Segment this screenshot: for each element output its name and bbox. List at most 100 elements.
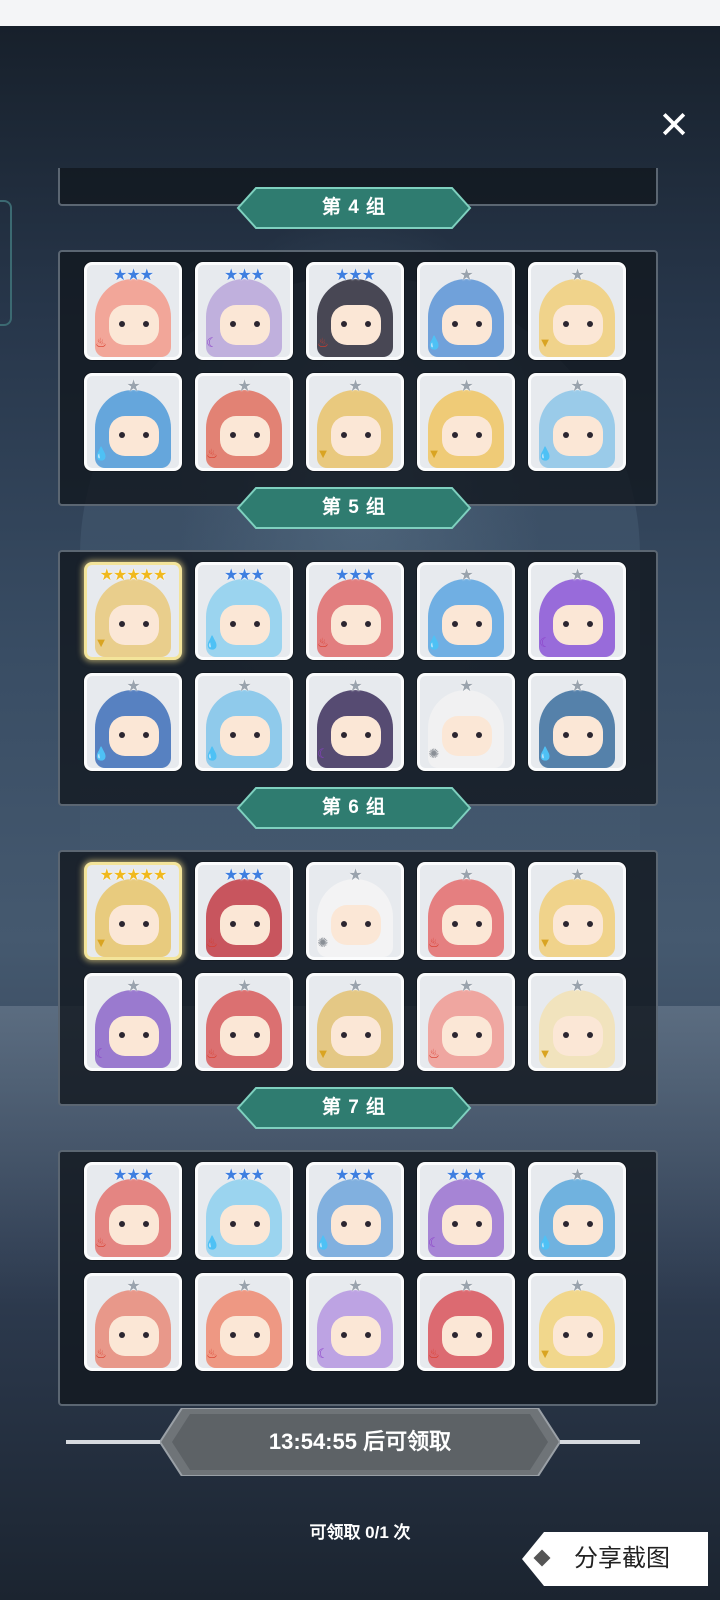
close-button[interactable]: ✕ [652,104,696,148]
hero-card[interactable]: ★ ♨ [195,1273,293,1371]
hero-card[interactable]: ★ 💧 [528,373,626,471]
hero-card[interactable]: ★ 💧 [417,562,515,660]
hero-card[interactable]: ★ ▼ [528,262,626,360]
fire-element-icon: ♨ [206,446,218,461]
group-panel: ★★★★★ ▼ ★★★ ♨ ★ ✺ ★ ♨ ★ ▼ ★ ☾ ★ ♨ ★ ▼ ★ ♨ ★ ▼ [58,850,658,1106]
star-rating-icon: ★ [237,678,251,695]
hero-card[interactable]: ★ ☾ [306,673,404,771]
hero-card[interactable]: ★ ♨ [417,973,515,1071]
hero-card[interactable]: ★ 💧 [528,1162,626,1260]
star-rating-icon: ★ [237,978,251,995]
hero-card[interactable]: ★ ▼ [306,373,404,471]
hero-card[interactable]: ★★★ ☾ [195,262,293,360]
earth-element-icon: ▼ [316,446,330,461]
hero-card[interactable]: ★★★ ♨ [306,262,404,360]
group-title: 第 7 组 [321,1097,387,1118]
star-rating-icon: ★ [237,1278,251,1295]
star-rating-icon: ★ [348,678,362,695]
star-rating-icon: ★★★ [223,567,265,584]
hero-card[interactable]: ★ 💧 [84,673,182,771]
hero-card[interactable]: ★ ✺ [417,673,515,771]
water-element-icon: 💧 [537,446,554,461]
star-rating-icon: ★★★ [334,267,376,284]
hero-card[interactable]: ★ ▼ [528,973,626,1071]
hero-card[interactable]: ★★★ ♨ [306,562,404,660]
status-strip [0,0,720,26]
hero-card[interactable]: ★★★ 💧 [195,562,293,660]
hero-eyes [563,432,593,438]
hero-card[interactable]: ★ ♨ [84,1273,182,1371]
claim-timer-button[interactable]: 13:54:55 后可领取 [160,1408,560,1476]
hero-card[interactable]: ★★★★★ ▼ [84,562,182,660]
hero-eyes [341,621,371,627]
water-element-icon: 💧 [537,746,554,761]
hero-card[interactable]: ★ ♨ [195,373,293,471]
star-rating-icon: ★ [570,378,584,395]
hero-card[interactable]: ★ ▼ [528,862,626,960]
hero-eyes [452,621,482,627]
hero-card[interactable]: ★ 💧 [195,673,293,771]
hero-card[interactable]: ★ 💧 [417,262,515,360]
earth-element-icon: ▼ [538,935,552,950]
hero-eyes [119,921,149,927]
hero-eyes [341,432,371,438]
water-element-icon: 💧 [426,635,443,650]
group-panel: ★★★ ♨ ★★★ ☾ ★★★ ♨ ★ 💧 ★ ▼ ★ 💧 ★ ♨ ★ ▼ ★ ▼ ★ 💧 [58,250,658,506]
hero-card[interactable]: ★★★★★ ▼ [84,862,182,960]
hero-eyes [230,921,260,927]
hero-eyes [563,321,593,327]
hero-eyes [119,1221,149,1227]
fire-element-icon: ♨ [206,1046,218,1061]
group-title: 第 4 组 [321,197,387,218]
hero-eyes [230,432,260,438]
hero-card[interactable]: ★ ☾ [84,973,182,1071]
hero-eyes [452,921,482,927]
group-title: 第 6 组 [321,797,387,818]
hero-eyes [341,732,371,738]
left-side-tab[interactable] [0,200,12,326]
star-rating-icon: ★★★ [223,1167,265,1184]
hero-card[interactable]: ★ ▼ [417,373,515,471]
hero-card[interactable]: ★★★ ♨ [195,862,293,960]
hero-eyes [452,1332,482,1338]
hero-eyes [341,1332,371,1338]
hero-card[interactable]: ★ ♨ [195,973,293,1071]
hero-card[interactable]: ★★★ ♨ [84,1162,182,1260]
hero-eyes [563,1221,593,1227]
star-rating-icon: ★ [126,678,140,695]
star-rating-icon: ★ [459,978,473,995]
star-rating-icon: ★ [126,1278,140,1295]
hero-card[interactable]: ★ 💧 [528,673,626,771]
group-header: 第 6 组 [236,786,472,830]
hero-card[interactable]: ★★★ 💧 [195,1162,293,1260]
earth-element-icon: ▼ [316,1046,330,1061]
star-rating-icon: ★★★ [334,567,376,584]
fire-element-icon: ♨ [95,1235,107,1250]
hero-card[interactable]: ★★★ 💧 [306,1162,404,1260]
hero-card[interactable]: ★★★ ☾ [417,1162,515,1260]
star-rating-icon: ★ [570,567,584,584]
earth-element-icon: ▼ [427,446,441,461]
hero-card[interactable]: ★ ▼ [528,1273,626,1371]
group-title: 第 5 组 [321,497,387,518]
hero-eyes [563,921,593,927]
star-rating-icon: ★★★★★ [99,867,168,884]
water-element-icon: 💧 [204,746,221,761]
hero-card[interactable]: ★ 💧 [84,373,182,471]
hero-card[interactable]: ★ ✺ [306,862,404,960]
hero-card[interactable]: ★ ☾ [306,1273,404,1371]
hero-card[interactable]: ★★★ ♨ [84,262,182,360]
hero-eyes [230,1332,260,1338]
group-list[interactable]: 第 4 组 ★★★ ♨ ★★★ ☾ ★★★ ♨ ★ 💧 ★ ▼ ★ 💧 ★ ♨ ★ ▼ ★ ▼ ★ 💧 第 5 组 ★★★★… [58,168,662,1408]
earth-element-icon: ▼ [538,1346,552,1361]
star-rating-icon: ★ [459,1278,473,1295]
hero-card[interactable]: ★ ♨ [417,1273,515,1371]
water-element-icon: 💧 [315,1235,332,1250]
dark-element-icon: ☾ [206,335,218,350]
share-screenshot-button[interactable]: 分享截图 [522,1532,708,1586]
group-panel: ★★★★★ ▼ ★★★ 💧 ★★★ ♨ ★ 💧 ★ ☾ ★ 💧 ★ 💧 ★ ☾ ★ ✺ ★ 💧 [58,550,658,806]
hero-card[interactable]: ★ ▼ [306,973,404,1071]
hero-eyes [119,1032,149,1038]
hero-card[interactable]: ★ ♨ [417,862,515,960]
hero-card[interactable]: ★ ☾ [528,562,626,660]
